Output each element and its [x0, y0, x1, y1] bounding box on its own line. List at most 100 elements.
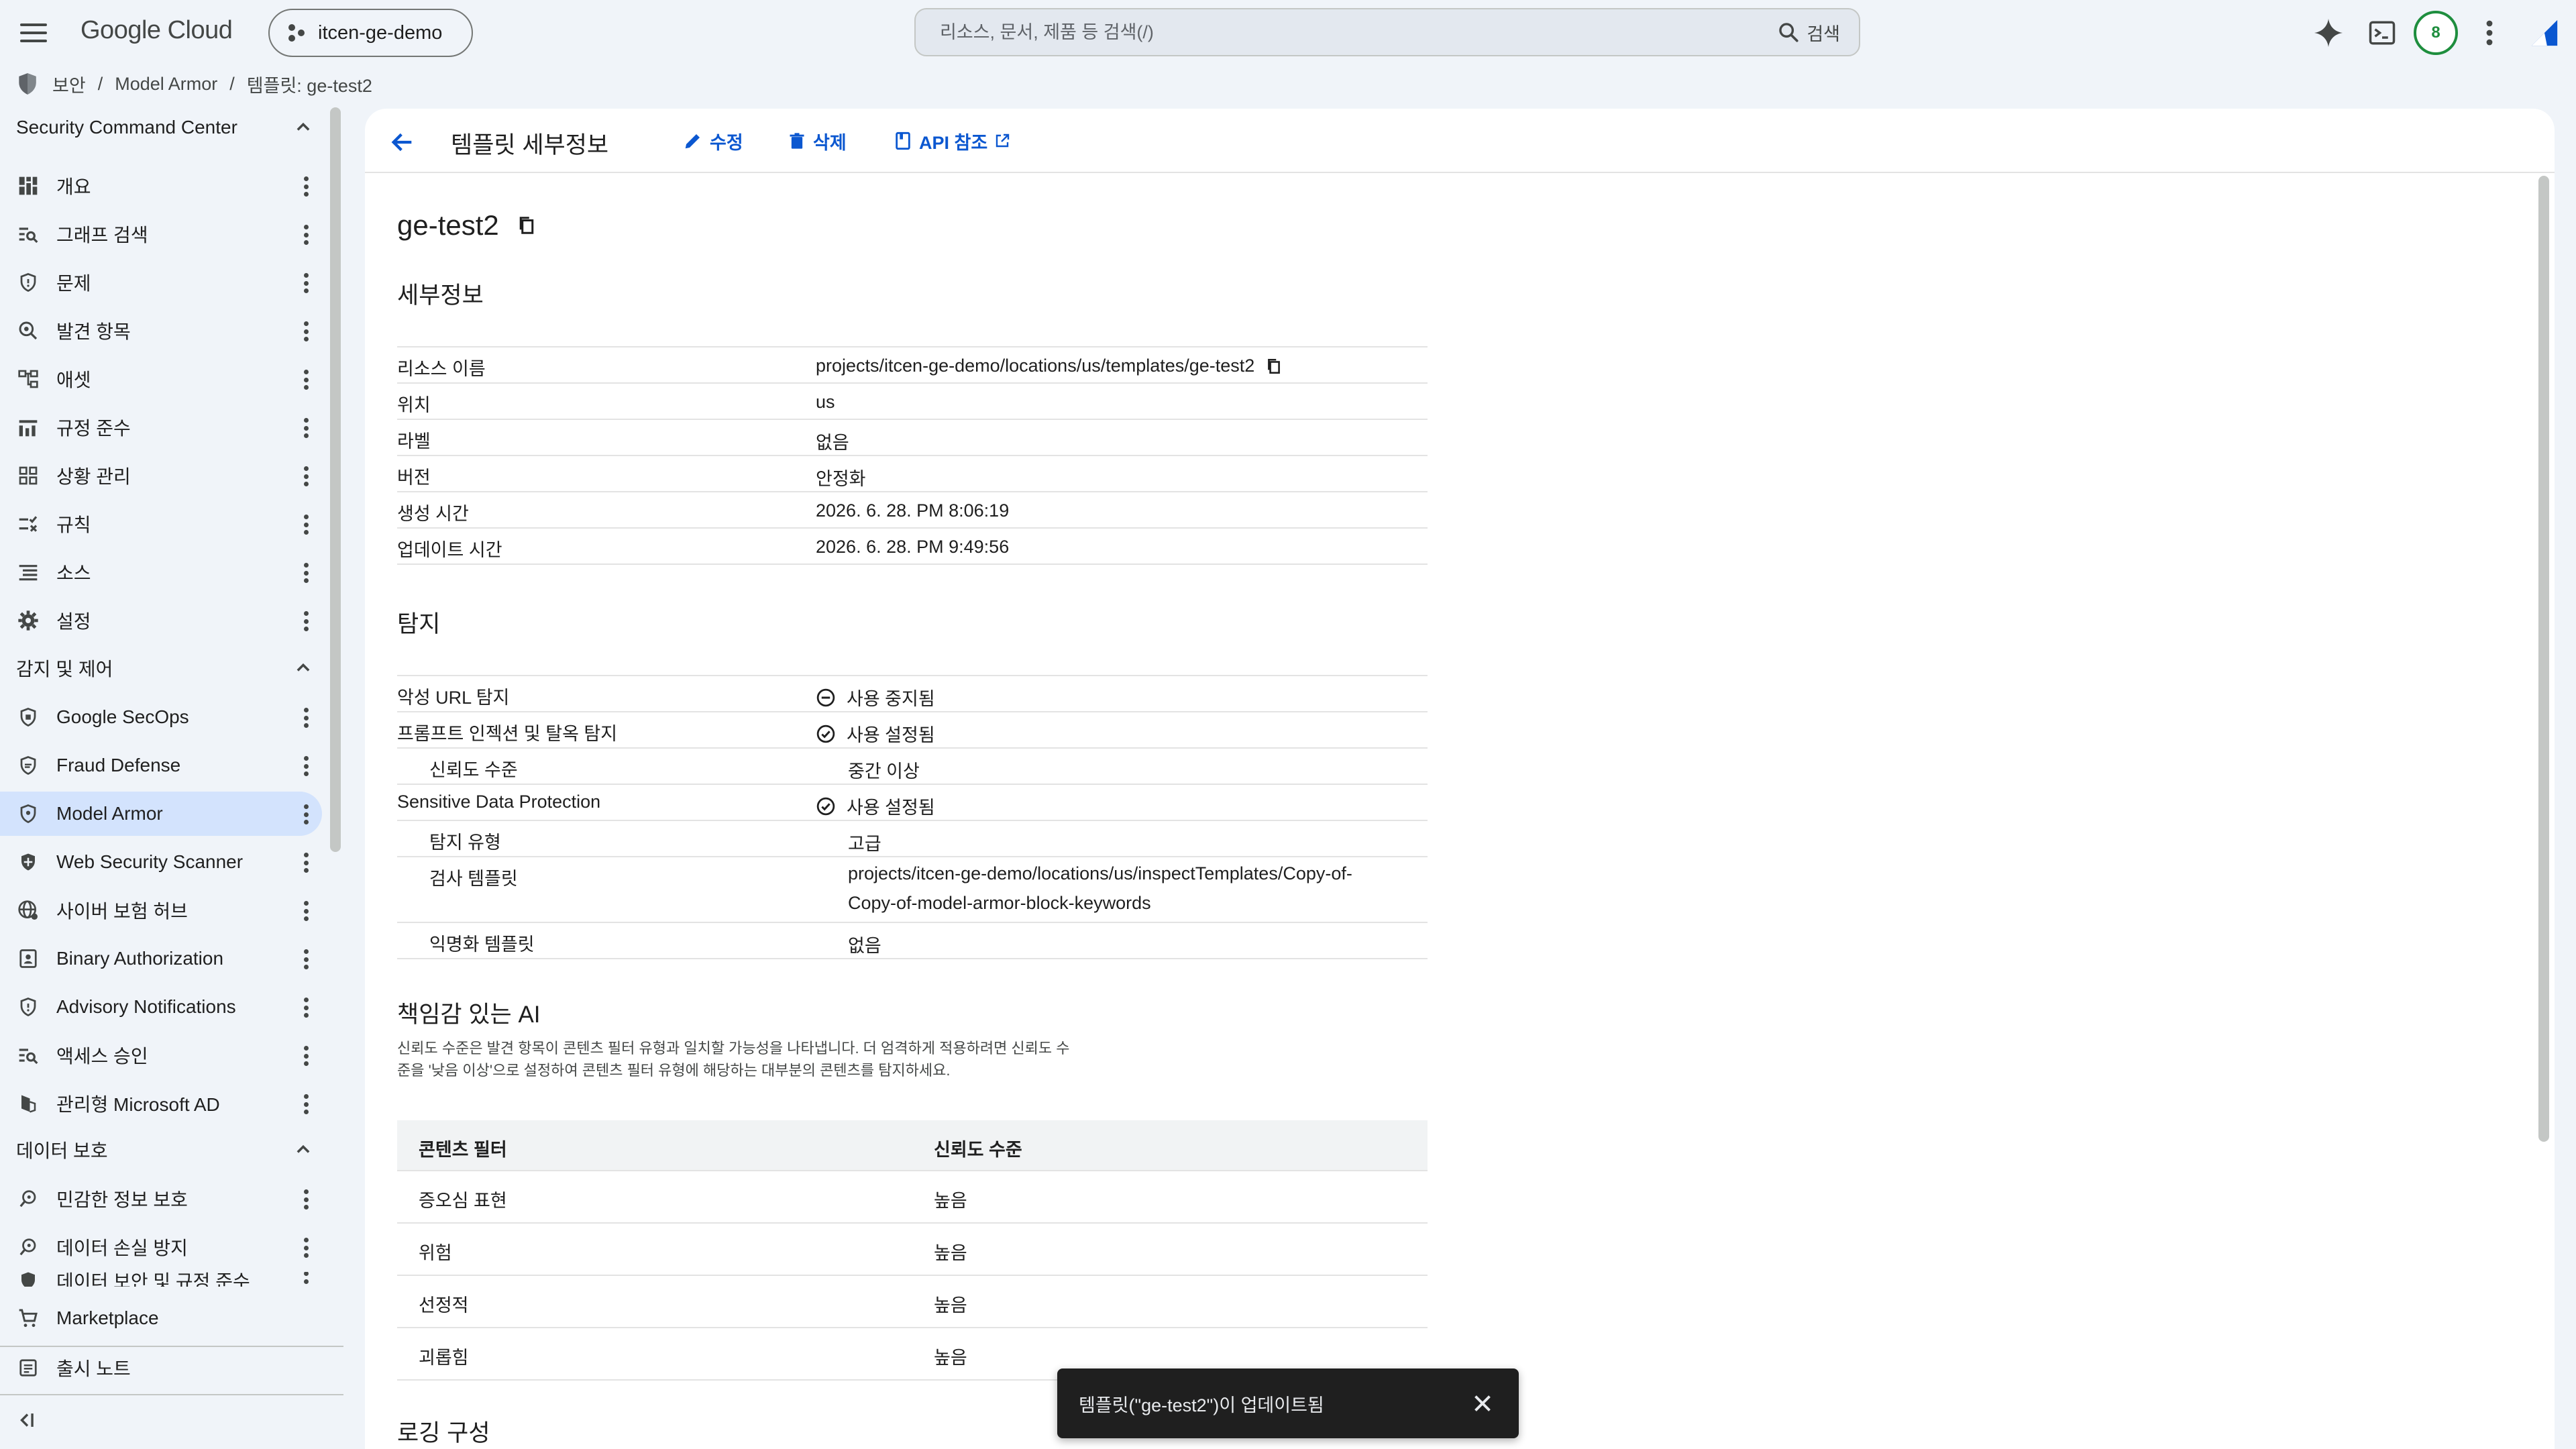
- inspect-template-line-2: Copy-of-model-armor-block-keywords: [848, 893, 1151, 913]
- close-icon[interactable]: [1470, 1391, 1495, 1415]
- sidebar-item-fraud-defense[interactable]: Fraud Defense: [0, 743, 322, 788]
- more-vert-icon[interactable]: [303, 804, 309, 824]
- main-menu-icon[interactable]: [20, 18, 50, 48]
- section-security-command-center[interactable]: Security Command Center: [0, 107, 329, 148]
- table-row: 선정적 높음: [397, 1276, 1428, 1328]
- sidebar-item-rules[interactable]: 규칙: [0, 502, 322, 546]
- row-value: 2026. 6. 28. PM 8:06:19: [816, 500, 1010, 521]
- more-vert-icon[interactable]: [303, 176, 309, 197]
- sidebar-item-label: 그래프 검색: [56, 225, 148, 246]
- sidebar-item-sensitive-data-protection[interactable]: 민감한 정보 보호: [0, 1177, 322, 1221]
- sidebar-item-cyber-insurance-hub[interactable]: 사이버 보험 허브: [0, 888, 322, 932]
- api-reference-button[interactable]: API 참조: [894, 127, 1010, 154]
- table-row: 검사 템플릿 projects/itcen-ge-demo/locations/…: [397, 857, 1428, 923]
- sidebar-item-assets[interactable]: 애셋: [0, 357, 322, 401]
- sidebar-item-google-secops[interactable]: Google SecOps: [0, 695, 322, 739]
- sidebar-item-data-loss-prevention[interactable]: 데이터 손실 방지: [0, 1225, 322, 1269]
- copy-icon[interactable]: [517, 215, 537, 236]
- sidebar-item-findings[interactable]: 발견 항목: [0, 309, 322, 353]
- more-options-icon[interactable]: [2473, 16, 2506, 50]
- sidebar-item-label: 관리형 Microsoft AD: [56, 1094, 220, 1115]
- sidebar-item-graph-search[interactable]: 그래프 검색: [0, 212, 322, 256]
- table-row: 버전 안정화: [397, 456, 1428, 492]
- sidebar-item-managed-microsoft-ad[interactable]: 관리형 Microsoft AD: [0, 1081, 322, 1126]
- description-line-1: 신뢰도 수준은 발견 항목이 콘텐츠 필터 유형과 일치할 가능성을 나타냅니다…: [397, 1040, 1070, 1057]
- more-vert-icon[interactable]: [303, 466, 309, 486]
- more-vert-icon[interactable]: [303, 515, 309, 535]
- panel-scrollbar[interactable]: [2538, 176, 2549, 1142]
- breadcrumb-model-armor[interactable]: Model Armor: [115, 74, 217, 95]
- collapse-sidebar-icon[interactable]: [16, 1409, 43, 1436]
- table-row: 탐지 유형 고급: [397, 821, 1428, 857]
- section-data-protection[interactable]: 데이터 보호: [0, 1130, 329, 1170]
- more-vert-icon[interactable]: [303, 563, 309, 583]
- breadcrumb-separator: /: [229, 73, 235, 94]
- sidebar-item-posture-management[interactable]: 상황 관리: [0, 453, 322, 498]
- rule-icon: [16, 512, 40, 536]
- delete-button[interactable]: 삭제: [788, 127, 847, 154]
- responsible-ai-heading: 책임감 있는 AI: [397, 1002, 541, 1028]
- logging-heading: 로깅 구성: [397, 1420, 490, 1446]
- account-avatar[interactable]: 8: [2414, 11, 2458, 55]
- more-vert-icon[interactable]: [303, 853, 309, 873]
- sidebar-scrollbar[interactable]: [330, 107, 341, 852]
- check-circle-icon: [816, 797, 835, 815]
- breadcrumb-security[interactable]: 보안: [52, 71, 86, 97]
- row-key: 라벨: [397, 431, 431, 451]
- more-vert-icon[interactable]: [303, 321, 309, 341]
- project-picker[interactable]: itcen-ge-demo: [268, 9, 473, 57]
- sidebar-item-binary-authorization[interactable]: Binary Authorization: [0, 936, 322, 981]
- edit-button[interactable]: 수정: [683, 127, 743, 154]
- more-vert-icon[interactable]: [303, 273, 309, 293]
- search-button[interactable]: 검색: [1777, 19, 1840, 46]
- content-filter-table: 콘텐츠 필터 신뢰도 수준 증오심 표현 높음 위험 높음 선정적 높음 괴롭힘 높음: [397, 1120, 1428, 1381]
- more-vert-icon[interactable]: [303, 1272, 309, 1287]
- sidebar-item-compliance[interactable]: 규정 준수: [0, 405, 322, 449]
- more-vert-icon[interactable]: [303, 901, 309, 921]
- row-value: 중간 이상: [848, 761, 920, 782]
- sidebar-item-overview[interactable]: 개요: [0, 164, 322, 208]
- sidebar-item-data-security-compliance[interactable]: 데이터 보안 및 규정 준수: [0, 1272, 322, 1287]
- table-row: 리소스 이름 projects/itcen-ge-demo/locations/…: [397, 347, 1428, 384]
- sidebar-item-release-notes[interactable]: 출시 노트: [0, 1346, 322, 1390]
- column-header: 콘텐츠 필터: [419, 1140, 507, 1160]
- back-arrow-icon[interactable]: [389, 129, 416, 156]
- more-vert-icon[interactable]: [303, 1046, 309, 1066]
- sidebar-item-advisory-notifications[interactable]: Advisory Notifications: [0, 985, 322, 1029]
- table-header: 콘텐츠 필터 신뢰도 수준: [397, 1120, 1428, 1171]
- sidebar-item-settings[interactable]: 설정: [0, 598, 322, 643]
- sidebar-item-model-armor[interactable]: Model Armor: [0, 792, 322, 836]
- more-vert-icon[interactable]: [303, 756, 309, 776]
- google-cloud-logo[interactable]: Google Cloud: [80, 16, 233, 45]
- sidebar-item-label: 출시 노트: [56, 1358, 131, 1379]
- confidence-level: 높음: [934, 1191, 967, 1211]
- details-heading: 세부정보: [397, 282, 484, 309]
- more-vert-icon[interactable]: [303, 708, 309, 728]
- more-vert-icon[interactable]: [303, 225, 309, 245]
- more-vert-icon[interactable]: [303, 1238, 309, 1258]
- sidebar-item-issues[interactable]: 문제: [0, 260, 322, 305]
- gemini-sparkle-icon[interactable]: [2312, 16, 2345, 50]
- more-vert-icon[interactable]: [303, 611, 309, 631]
- more-vert-icon[interactable]: [303, 998, 309, 1018]
- sidebar-item-label: 사이버 보험 허브: [56, 901, 188, 922]
- search-bar[interactable]: 검색: [914, 8, 1860, 56]
- sidebar-item-marketplace[interactable]: Marketplace: [0, 1296, 322, 1340]
- search-input[interactable]: [940, 21, 1778, 43]
- section-detection-and-controls[interactable]: 감지 및 제어: [0, 648, 329, 688]
- confidence-level: 높음: [934, 1243, 967, 1263]
- copy-icon[interactable]: [1265, 357, 1283, 376]
- more-vert-icon[interactable]: [303, 949, 309, 969]
- cloud-shell-icon[interactable]: [2365, 16, 2399, 50]
- org-logo-icon[interactable]: [2528, 16, 2561, 50]
- sidebar-item-sources[interactable]: 소스: [0, 550, 322, 594]
- more-vert-icon[interactable]: [303, 1189, 309, 1210]
- snackbar-message: 템플릿("ge-test2")이 업데이트됨: [1079, 1395, 1324, 1415]
- more-vert-icon[interactable]: [303, 1094, 309, 1114]
- sidebar-item-access-approval[interactable]: 액세스 승인: [0, 1033, 322, 1077]
- sidebar-item-web-security-scanner[interactable]: Web Security Scanner: [0, 840, 322, 884]
- more-vert-icon[interactable]: [303, 418, 309, 438]
- sidebar-item-label: 소스: [56, 563, 91, 584]
- more-vert-icon[interactable]: [303, 370, 309, 390]
- gear-icon: [16, 608, 40, 633]
